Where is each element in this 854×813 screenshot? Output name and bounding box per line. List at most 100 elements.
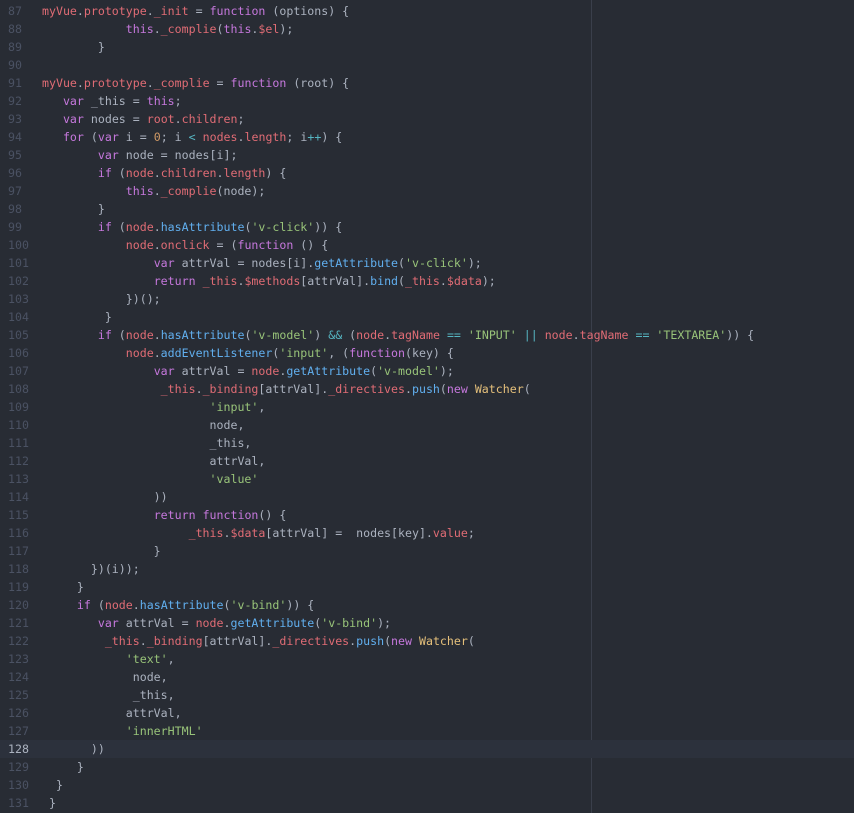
code-line[interactable]: 104 } — [0, 308, 854, 326]
code-line[interactable]: 98 } — [0, 200, 854, 218]
code-token: . — [153, 220, 161, 234]
code-token: _complie — [153, 76, 210, 90]
code-line[interactable]: 130 } — [0, 776, 854, 794]
code-line[interactable]: 111 _this, — [0, 434, 854, 452]
code-line[interactable]: 108 _this._binding[attrVal]._directives.… — [0, 380, 854, 398]
code-line[interactable]: 118 })(i)); — [0, 560, 854, 578]
code-line[interactable]: 87 myVue.prototype._init = function (opti… — [0, 2, 854, 20]
code-token: . — [439, 274, 447, 288]
code-line[interactable]: 123 'text', — [0, 650, 854, 668]
line-number: 118 — [8, 562, 29, 576]
code-token: . — [153, 328, 161, 342]
code-line[interactable]: 116 _this.$data[attrVal] = nodes[key].va… — [0, 524, 854, 542]
code-line[interactable]: 121 var attrVal = node.getAttribute('v-b… — [0, 614, 854, 632]
line-code: if (node.hasAttribute('v-bind')) { — [42, 596, 314, 614]
code-token: tagName — [391, 328, 440, 342]
code-line[interactable]: 105 if (node.hasAttribute('v-model') && … — [0, 326, 854, 344]
code-line[interactable]: 122 _this._binding[attrVal]._directives.… — [0, 632, 854, 650]
code-token: )) — [42, 490, 168, 504]
line-number: 130 — [8, 778, 29, 792]
code-editor[interactable]: 87 myVue.prototype._init = function (opti… — [0, 0, 854, 813]
code-line[interactable]: 128 )) — [0, 740, 854, 758]
code-token: getAttribute — [230, 616, 315, 630]
line-code: _this.$data[attrVal] = nodes[key].value; — [42, 524, 475, 542]
code-line[interactable]: 120 if (node.hasAttribute('v-bind')) { — [0, 596, 854, 614]
code-token: . — [76, 76, 84, 90]
code-token: prototype — [83, 4, 147, 18]
line-number: 126 — [8, 706, 29, 720]
code-line[interactable]: 124 node, — [0, 668, 854, 686]
code-line[interactable]: 93 var nodes = root.children; — [0, 110, 854, 128]
code-token: var — [62, 94, 84, 108]
code-token: ); — [377, 616, 392, 630]
code-token: 'v-click' — [251, 220, 315, 234]
code-line[interactable]: 96 if (node.children.length) { — [0, 164, 854, 182]
line-number: 131 — [8, 796, 29, 810]
code-line[interactable]: 119 } — [0, 578, 854, 596]
code-line[interactable]: 110 node, — [0, 416, 854, 434]
code-token: node — [125, 238, 154, 252]
code-token: ) { — [265, 166, 287, 180]
code-token: bind — [370, 274, 399, 288]
code-line[interactable]: 88 this._complie(this.$el); — [0, 20, 854, 38]
code-token: tagName — [579, 328, 629, 342]
code-line[interactable]: 102 return _this. $methods[attrVal].bind(… — [0, 272, 854, 290]
code-line[interactable]: 91 myVue.prototype._complie = function (r… — [0, 74, 854, 92]
code-line[interactable]: 115 return function() { — [0, 506, 854, 524]
code-line[interactable]: 107 var attrVal = node.getAttribute('v-m… — [0, 362, 854, 380]
code-token: } — [42, 796, 56, 810]
code-token: ( — [523, 382, 531, 396]
code-token: , — [167, 652, 175, 666]
code-token: attrVal, — [42, 454, 266, 468]
line-code: var node = nodes[i]; — [42, 146, 238, 164]
code-line[interactable]: 99 if (node.hasAttribute('v-click')) { — [0, 218, 854, 236]
line-number: 116 — [8, 526, 29, 540]
code-line[interactable]: 94 for (var i = 0; i < nodes.length; i++… — [0, 128, 854, 146]
code-line[interactable]: 97 this._complie(node); — [0, 182, 854, 200]
code-line[interactable]: 117 } — [0, 542, 854, 560]
code-token: _this — [188, 526, 224, 540]
code-token: myVue — [42, 76, 77, 90]
line-number: 103 — [8, 292, 29, 306]
line-code: return function() { — [42, 506, 287, 524]
code-token: ( — [398, 274, 406, 288]
line-code: } — [42, 38, 105, 56]
code-line[interactable]: 106 node.addEventListener('input', (func… — [0, 344, 854, 362]
code-line[interactable]: 112 attrVal, — [0, 452, 854, 470]
code-line[interactable]: 100 node.onclick = (function () { — [0, 236, 854, 254]
line-code: var attrVal = node.getAttribute('v-bind'… — [42, 614, 391, 632]
code-line[interactable]: 114 )) — [0, 488, 854, 506]
code-token: this — [125, 184, 154, 198]
code-line[interactable]: 101 var attrVal = nodes[i].getAttribute(… — [0, 254, 854, 272]
code-token: [attrVal] = nodes[key]. — [265, 526, 433, 540]
code-token: function — [202, 508, 259, 522]
line-code: _this, — [42, 434, 252, 452]
code-token: _complie — [160, 184, 217, 198]
code-token: 'v-model' — [251, 328, 315, 342]
code-line[interactable]: 125 _this, — [0, 686, 854, 704]
code-line[interactable]: 129 } — [0, 758, 854, 776]
code-line[interactable]: 90 — [0, 56, 854, 74]
line-number: 117 — [8, 544, 29, 558]
code-token: nodes — [202, 130, 238, 144]
code-token: ); — [481, 274, 496, 288]
line-number: 87 — [8, 4, 22, 18]
code-token: var — [153, 256, 175, 270]
code-line[interactable]: 131 } — [0, 794, 854, 812]
code-line[interactable]: 95 var node = nodes[i]; — [0, 146, 854, 164]
code-line[interactable]: 127 'innerHTML' — [0, 722, 854, 740]
code-line[interactable]: 126 attrVal, — [0, 704, 854, 722]
code-line[interactable]: 92 var _this = this; — [0, 92, 854, 110]
code-line[interactable]: 113 'value' — [0, 470, 854, 488]
code-token: )) — [42, 742, 105, 756]
line-code: } — [42, 542, 161, 560]
code-line[interactable]: 89 } — [0, 38, 854, 56]
code-line[interactable]: 103 })(); — [0, 290, 854, 308]
code-line[interactable]: 109 'input', — [0, 398, 854, 416]
code-token: attrVal = — [174, 364, 252, 378]
code-token: . — [174, 112, 182, 126]
